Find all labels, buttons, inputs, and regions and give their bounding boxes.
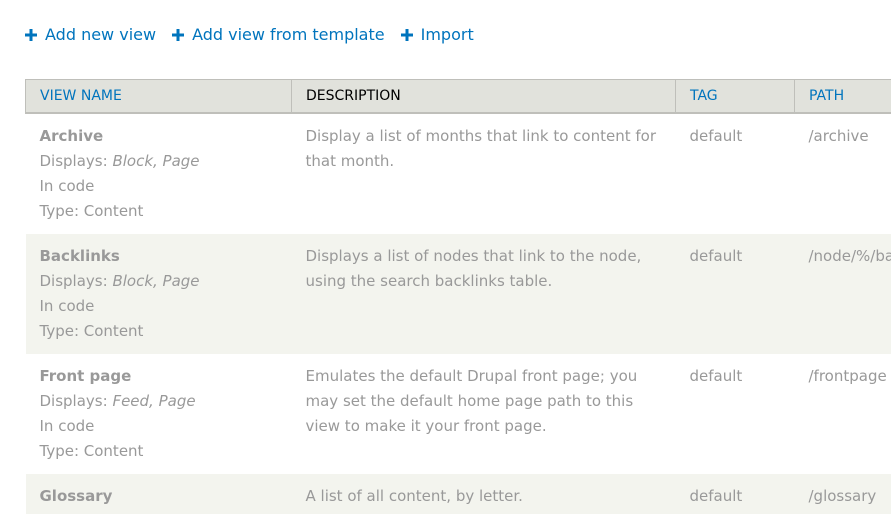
view-displays: Displays: Block, Page [40,149,278,174]
view-type: Type: Content [40,439,278,464]
view-type: Type: Content [40,319,278,344]
displays-prefix: Displays: [40,152,113,170]
view-path: /frontpage [795,354,891,474]
view-name-cell: Glossary [26,474,292,514]
add-new-view-link[interactable]: Add new view [25,25,156,44]
view-path: /archive [795,113,891,234]
displays-list: Feed, Page [112,392,195,410]
column-header-description[interactable]: DESCRIPTION [292,80,676,114]
column-header-path[interactable]: PATH [795,80,891,114]
import-label: Import [421,25,474,44]
column-header-view-name[interactable]: VIEW NAME [26,80,292,114]
views-table: VIEW NAME DESCRIPTION TAG PATH Archive D… [25,79,891,514]
displays-list: Block, Page [112,152,199,170]
view-tag: default [676,354,795,474]
view-name: Backlinks [40,244,278,269]
table-row: Backlinks Displays: Block, Page In code … [26,234,891,354]
view-description: Emulates the default Drupal front page; … [292,354,676,474]
plus-icon [401,29,413,41]
view-storage: In code [40,294,278,319]
view-name: Front page [40,364,278,389]
view-tag: default [676,113,795,234]
plus-icon [172,29,184,41]
import-link[interactable]: Import [401,25,474,44]
view-path: /glossary [795,474,891,514]
add-view-from-template-link[interactable]: Add view from template [172,25,385,44]
add-view-from-template-label: Add view from template [192,25,385,44]
view-name: Glossary [40,484,278,509]
table-row: Glossary A list of all content, by lette… [26,474,891,514]
table-header-row: VIEW NAME DESCRIPTION TAG PATH [26,80,891,114]
view-description: Displays a list of nodes that link to th… [292,234,676,354]
view-storage: In code [40,414,278,439]
view-displays: Displays: Feed, Page [40,389,278,414]
view-name-cell: Backlinks Displays: Block, Page In code … [26,234,292,354]
table-row: Archive Displays: Block, Page In code Ty… [26,113,891,234]
view-name-cell: Front page Displays: Feed, Page In code … [26,354,292,474]
view-type: Type: Content [40,199,278,224]
displays-list: Block, Page [112,272,199,290]
view-name: Archive [40,124,278,149]
add-new-view-label: Add new view [45,25,156,44]
column-header-tag[interactable]: TAG [676,80,795,114]
view-displays: Displays: Block, Page [40,269,278,294]
table-row: Front page Displays: Feed, Page In code … [26,354,891,474]
displays-prefix: Displays: [40,272,113,290]
action-links: Add new view Add view from template Impo… [25,25,490,44]
view-tag: default [676,474,795,514]
plus-icon [25,29,37,41]
view-name-cell: Archive Displays: Block, Page In code Ty… [26,113,292,234]
view-tag: default [676,234,795,354]
view-path: /node/%/backlinks [795,234,891,354]
displays-prefix: Displays: [40,392,113,410]
view-description: A list of all content, by letter. [292,474,676,514]
view-storage: In code [40,174,278,199]
view-description: Display a list of months that link to co… [292,113,676,234]
